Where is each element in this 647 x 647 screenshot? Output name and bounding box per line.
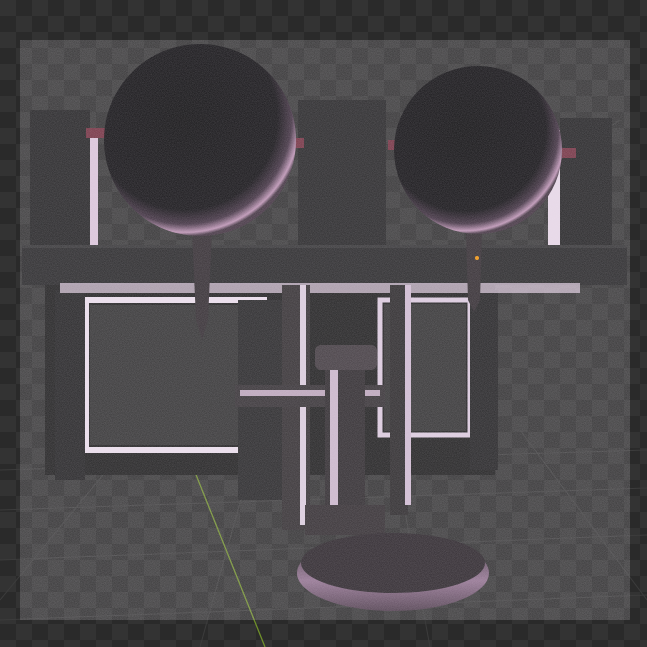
render-noise: [20, 40, 630, 620]
origin-marker[interactable]: [475, 256, 479, 260]
3d-viewport[interactable]: [0, 0, 647, 647]
